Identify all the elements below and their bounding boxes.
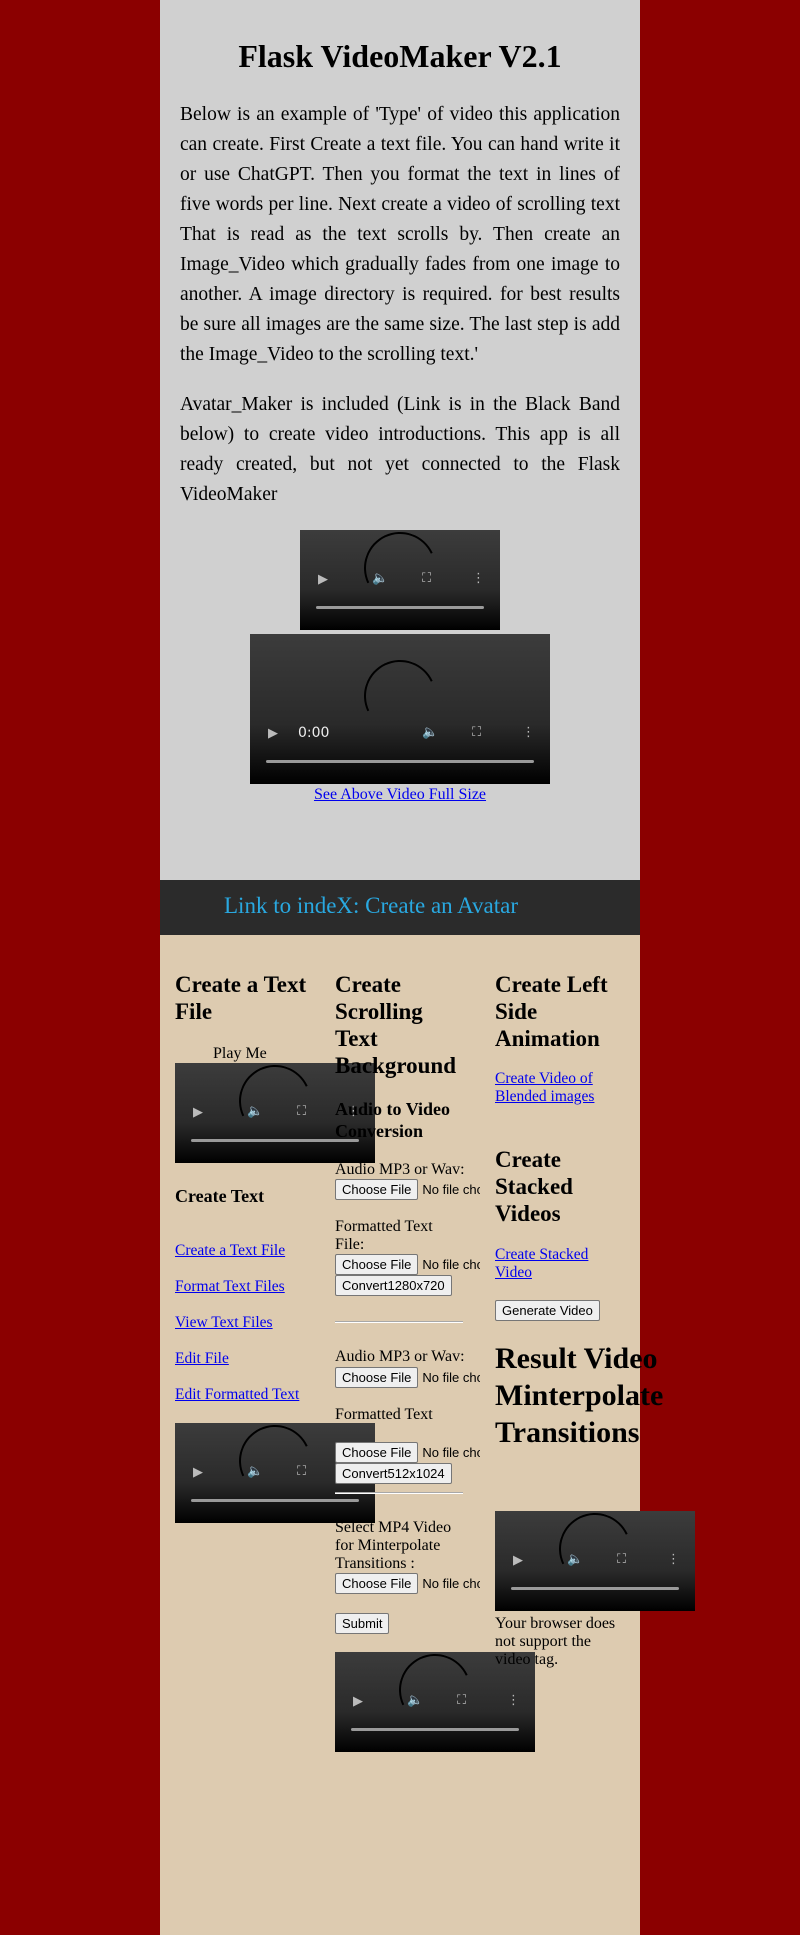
divider [335, 1321, 463, 1323]
choose-file-button[interactable]: Choose File [335, 1442, 419, 1463]
create-text-file-link[interactable]: Create a Text File [175, 1242, 285, 1260]
fullscreen-icon[interactable]: ⛶ [422, 571, 431, 586]
create-stacked-video-link[interactable]: Create Stacked Video [495, 1246, 605, 1282]
volume-icon[interactable]: 🔈 [422, 725, 438, 740]
play-icon[interactable]: ▶ [193, 1465, 203, 1480]
more-options-icon[interactable]: ⋮ [667, 1552, 680, 1567]
no-file-text: No file chosen [422, 1576, 480, 1591]
formatted-text-label-1: Formatted Text File: [335, 1218, 433, 1253]
fullscreen-icon[interactable]: ⛶ [297, 1104, 306, 1119]
blended-images-link[interactable]: Create Video of Blended images [495, 1070, 615, 1106]
page-title: Flask VideoMaker V2.1 [238, 38, 562, 74]
fullscreen-icon[interactable]: ⛶ [297, 1464, 306, 1479]
loading-spinner-icon [353, 530, 447, 615]
convert-512x1024-button[interactable]: Convert512x1024 [335, 1463, 452, 1484]
no-file-text: No file chosen [422, 1370, 480, 1385]
fullscreen-icon[interactable]: ⛶ [472, 725, 481, 740]
video-progress-bar[interactable] [351, 1728, 519, 1731]
tools-section: Create a Text File Play Me ▶ 🔈 ⛶ ⋮ Creat… [160, 935, 695, 1935]
edit-formatted-text-link[interactable]: Edit Formatted Text [175, 1386, 299, 1404]
video-progress-bar[interactable] [191, 1139, 359, 1142]
example-video-large[interactable]: ▶ 0:00 🔈 ⛶ ⋮ [250, 634, 550, 784]
audio-label-2: Audio MP3 or Wav: [335, 1348, 465, 1365]
loading-spinner-icon [548, 1511, 642, 1596]
no-file-text: No file chosen [422, 1182, 480, 1197]
play-icon[interactable]: ▶ [268, 726, 278, 741]
generate-video-button[interactable]: Generate Video [495, 1300, 600, 1321]
audio-label-1: Audio MP3 or Wav: [335, 1161, 465, 1178]
more-options-icon[interactable]: ⋮ [507, 1693, 520, 1708]
fullscreen-icon[interactable]: ⛶ [617, 1552, 626, 1567]
left-side-animation-heading: Create Left Side Animation [495, 972, 608, 1051]
volume-icon[interactable]: 🔈 [247, 1104, 263, 1119]
loading-spinner-icon [388, 1652, 482, 1737]
play-icon[interactable]: ▶ [193, 1105, 203, 1120]
video-progress-bar[interactable] [266, 760, 534, 763]
no-file-text: No file chosen [422, 1257, 480, 1272]
create-avatar-link[interactable]: Link to indeX: Create an Avatar [224, 893, 518, 919]
edit-file-link[interactable]: Edit File [175, 1350, 229, 1368]
no-file-text: No file chosen [422, 1445, 480, 1460]
volume-icon[interactable]: 🔈 [247, 1464, 263, 1479]
video-time: 0:00 [298, 725, 330, 741]
convert-1280x720-button[interactable]: Convert1280x720 [335, 1275, 452, 1296]
minterpolate-label: Select MP4 Video for Minterpolate Transi… [335, 1519, 452, 1572]
video-fallback-text: Your browser does not support the video … [495, 1615, 616, 1668]
video-progress-bar[interactable] [191, 1499, 359, 1502]
volume-icon[interactable]: 🔈 [567, 1552, 583, 1567]
black-band: Link to indeX: Create an Avatar [160, 880, 640, 935]
choose-file-button[interactable]: Choose File [335, 1367, 419, 1388]
page-container: Flask VideoMaker V2.1 Below is an exampl… [160, 0, 695, 1935]
result-video[interactable]: ▶ 🔈 ⛶ ⋮ [495, 1511, 695, 1611]
divider [335, 1492, 463, 1494]
result-video-heading: Result Video Minterpolate Transitions [495, 1342, 664, 1449]
audio-file-input-1[interactable]: Choose FileNo file chosen [335, 1179, 480, 1201]
intro-paragraph-1: Below is an example of 'Type' of video t… [180, 104, 620, 365]
view-text-files-link[interactable]: View Text Files [175, 1314, 273, 1332]
create-text-subheading: Create Text [175, 1186, 265, 1206]
choose-file-button[interactable]: Choose File [335, 1573, 419, 1594]
text-file-input-2[interactable]: Choose FileNo file chosen [335, 1442, 480, 1464]
intro-section: Flask VideoMaker V2.1 Below is an exampl… [160, 0, 640, 880]
more-options-icon[interactable]: ⋮ [522, 725, 535, 740]
play-icon[interactable]: ▶ [353, 1694, 363, 1709]
intro-paragraph-2: Avatar_Maker is included (Link is in the… [180, 394, 620, 505]
format-text-files-link[interactable]: Format Text Files [175, 1278, 285, 1296]
loading-spinner-icon [228, 1423, 322, 1508]
choose-file-button[interactable]: Choose File [335, 1179, 419, 1200]
mp4-file-input[interactable]: Choose FileNo file chosen [335, 1573, 480, 1595]
video-progress-bar[interactable] [316, 606, 484, 609]
volume-icon[interactable]: 🔈 [372, 571, 388, 586]
example-video-small[interactable]: ▶ 🔈 ⛶ ⋮ [300, 530, 500, 630]
play-icon[interactable]: ▶ [318, 572, 328, 587]
play-me-label: Play Me [213, 1045, 267, 1062]
text-file-input-1[interactable]: Choose FileNo file chosen [335, 1254, 480, 1276]
formatted-text-label-2: Formatted Text [335, 1406, 433, 1423]
stacked-videos-heading: Create Stacked Videos [495, 1147, 573, 1226]
full-size-video-link[interactable]: See Above Video Full Size [160, 786, 640, 804]
fullscreen-icon[interactable]: ⛶ [457, 1693, 466, 1708]
video-progress-bar[interactable] [511, 1587, 679, 1590]
audio-to-video-subheading: Audio to Video Conversion [335, 1099, 451, 1141]
more-options-icon[interactable]: ⋮ [472, 571, 485, 586]
loading-spinner-icon [228, 1063, 322, 1148]
scrolling-text-heading: Create Scrolling Text Background [335, 972, 457, 1078]
create-text-file-heading: Create a Text File [175, 972, 307, 1024]
submit-button[interactable]: Submit [335, 1613, 390, 1634]
play-icon[interactable]: ▶ [513, 1553, 523, 1568]
volume-icon[interactable]: 🔈 [407, 1693, 423, 1708]
choose-file-button[interactable]: Choose File [335, 1254, 419, 1275]
audio-file-input-2[interactable]: Choose FileNo file chosen [335, 1367, 480, 1389]
